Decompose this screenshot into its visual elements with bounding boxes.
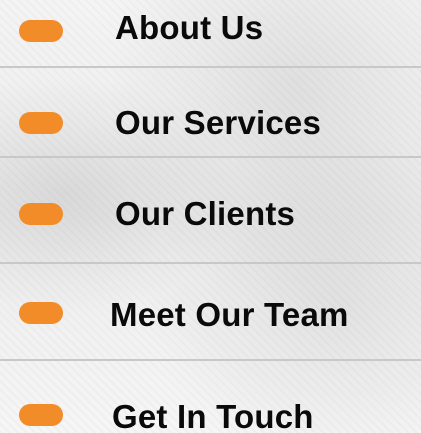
navigation-menu: About Us Our Services Our Clients Meet O…	[0, 0, 421, 433]
menu-item-label: About Us	[115, 9, 264, 46]
bullet-pill-icon	[19, 302, 63, 324]
menu-item-our-services[interactable]: Our Services	[0, 95, 421, 151]
menu-item-label: Our Services	[115, 104, 322, 141]
menu-item-about-us[interactable]: About Us	[0, 0, 421, 56]
divider	[0, 262, 421, 264]
divider	[0, 359, 421, 361]
bullet-pill-icon	[19, 20, 63, 42]
menu-item-label: Get In Touch	[112, 398, 314, 433]
menu-item-label: Meet Our Team	[110, 296, 349, 333]
bullet-pill-icon	[19, 404, 63, 426]
divider	[0, 156, 421, 158]
bullet-pill-icon	[19, 203, 63, 225]
menu-item-meet-our-team[interactable]: Meet Our Team	[0, 286, 421, 342]
menu-item-label: Our Clients	[115, 195, 296, 232]
divider	[0, 66, 421, 68]
menu-item-our-clients[interactable]: Our Clients	[0, 185, 421, 241]
menu-item-get-in-touch[interactable]: Get In Touch	[0, 388, 421, 433]
bullet-pill-icon	[19, 112, 63, 134]
